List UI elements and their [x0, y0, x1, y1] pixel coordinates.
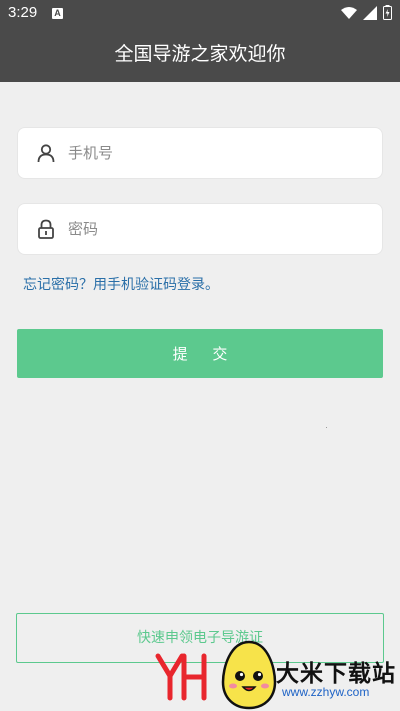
watermark-logo-yh: [155, 653, 207, 701]
password-input[interactable]: [68, 204, 368, 254]
watermark-brand: 大米下载站: [276, 661, 396, 687]
password-field[interactable]: [17, 203, 383, 255]
mascot-egg-icon: [221, 640, 277, 710]
lock-icon: [38, 219, 54, 239]
app-header: 全国导游之家欢迎你: [0, 28, 400, 82]
watermark: 大米下载站 www.zzhyw.com: [150, 638, 400, 711]
user-icon: [37, 144, 55, 163]
phone-field[interactable]: [17, 127, 383, 179]
status-bar: 3:29 A: [0, 0, 400, 28]
forgot-password-link[interactable]: 忘记密码？用手机验证码登录。: [23, 274, 219, 294]
submit-button[interactable]: 提 交: [17, 329, 383, 378]
notification-icon: A: [52, 8, 63, 19]
status-icons: [341, 5, 392, 20]
watermark-url: www.zzhyw.com: [282, 685, 370, 699]
signal-icon: [363, 5, 377, 20]
divider-dot: [326, 427, 327, 428]
phone-input[interactable]: [68, 128, 368, 178]
wifi-icon: [341, 6, 357, 19]
battery-icon: [383, 5, 392, 20]
page-title: 全国导游之家欢迎你: [114, 44, 286, 65]
status-time: 3:29: [8, 4, 38, 21]
